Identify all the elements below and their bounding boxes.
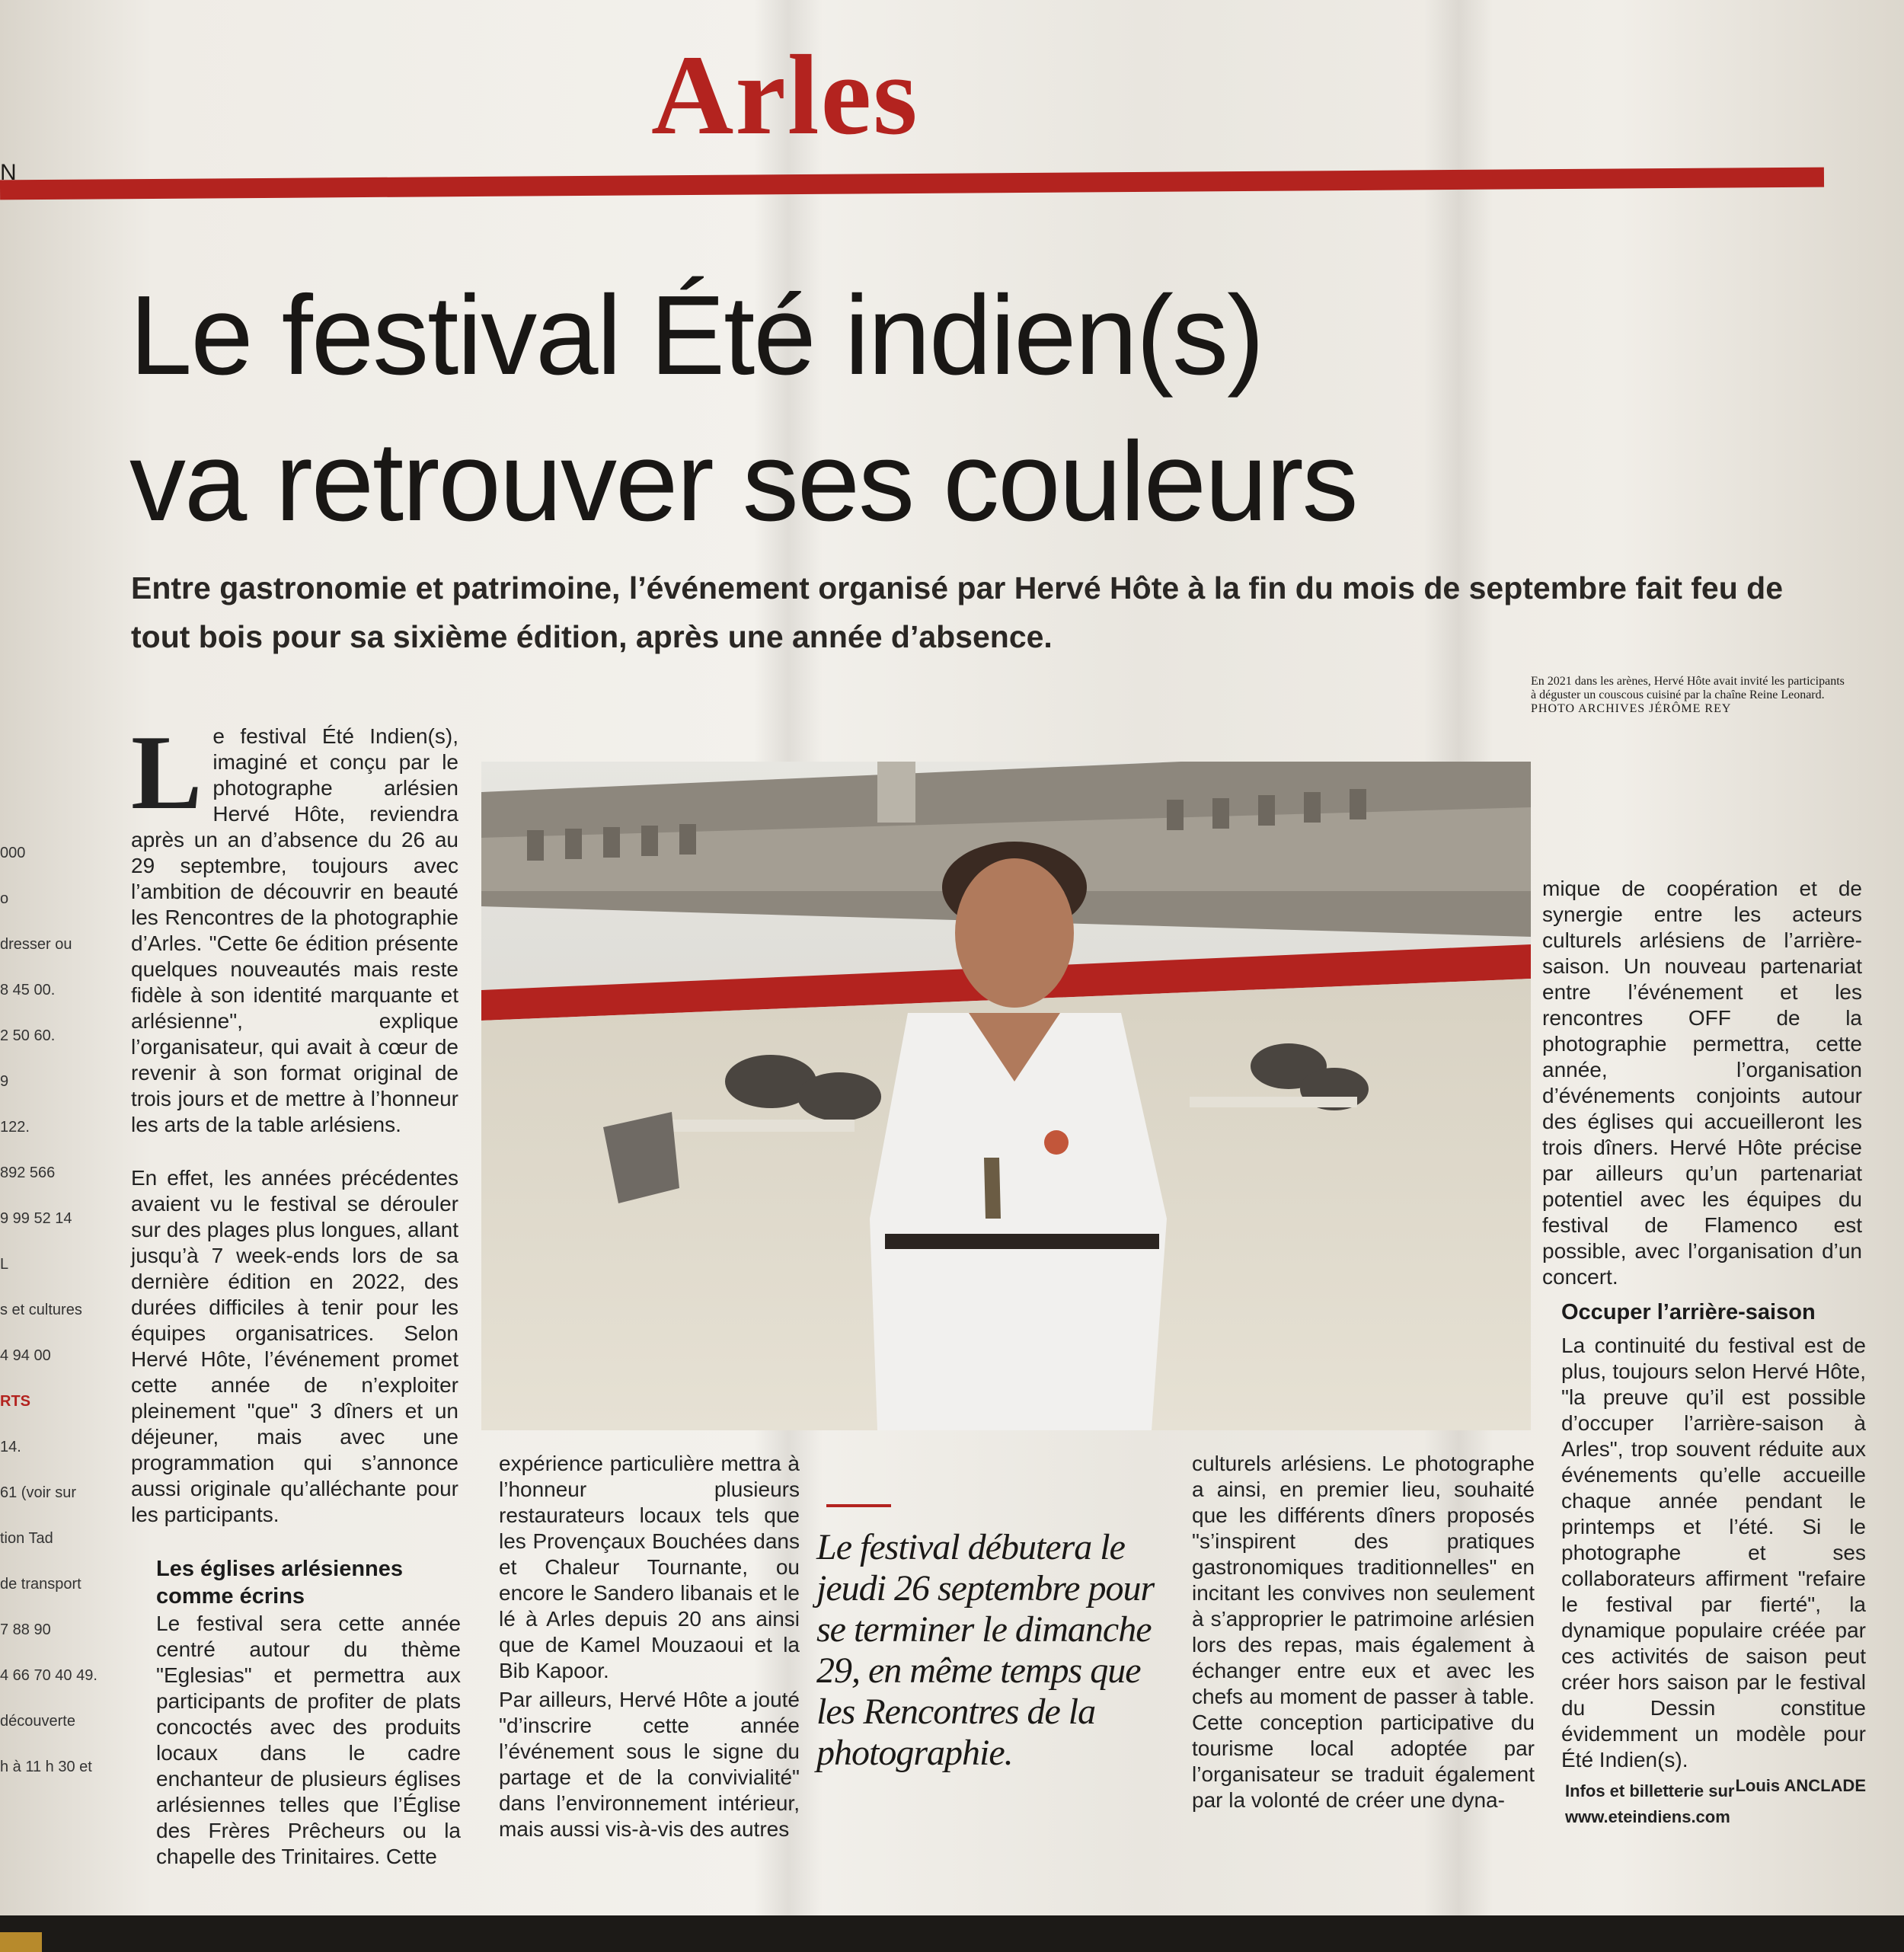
article-photo [481, 762, 1531, 1430]
article-paragraph: expérience particulière mettra à l’honne… [499, 1452, 800, 1682]
article-paragraph: La continuité du festival est de plus, t… [1561, 1334, 1866, 1771]
margin-fragment: 61 (voir sur [0, 1484, 77, 1501]
article-paragraph: culturels arlésiens. Le photographe a ai… [1192, 1452, 1535, 1812]
margin-fragment: 2 50 60. [0, 1027, 56, 1044]
margin-fragment: 000 [0, 845, 26, 861]
margin-fragment: 9 [0, 1073, 9, 1090]
standfirst: Entre gastronomie et patrimoine, l’événe… [131, 570, 1783, 654]
article-column-1: L e festival Été Indien(s), imaginé et c… [131, 714, 458, 1138]
article-paragraph: Par ailleurs, Hervé Hôte a jouté "d’insc… [499, 1688, 800, 1841]
corner-mark [0, 1932, 42, 1952]
article-paragraph: Le festival sera cette année centré auto… [156, 1612, 461, 1868]
pullquote-rule [826, 1504, 891, 1507]
article-paragraph: En effet, les années précédentes avaient… [131, 1166, 458, 1526]
photo-caption: En 2021 dans les arènes, Hervé Hôte avai… [1531, 675, 1851, 716]
margin-fragment: 4 66 70 40 49. [0, 1667, 97, 1684]
headline-line-1: Le festival Été indien(s) [129, 273, 1264, 398]
photo-credit: PHOTO ARCHIVES JÉRÔME REY [1531, 702, 1732, 715]
rule-margin-text: N [0, 160, 17, 185]
margin-fragment: s et cultures [0, 1302, 82, 1318]
dropcap: L [131, 714, 203, 832]
article-paragraph: mique de coopération et de synergie entr… [1542, 877, 1862, 1289]
margin-fragment: découverte [0, 1713, 75, 1730]
margin-fragment: 7 88 90 [0, 1621, 51, 1638]
article-column-4-end: La continuité du festival est de plus, t… [1561, 1333, 1866, 1799]
caption-text: En 2021 dans les arènes, Hervé Hôte avai… [1531, 675, 1845, 701]
margin-fragment: 14. [0, 1439, 21, 1455]
margin-fragment: tion Tad [0, 1530, 53, 1547]
bottom-dark-strip [0, 1915, 1904, 1952]
margin-fragment: h à 11 h 30 et [0, 1759, 92, 1775]
subhead: Occuper l’arrière-saison [1561, 1300, 1816, 1324]
headline: Le festival Été indien(s) va retrouver s… [129, 263, 1577, 555]
left-margin-fragments: 000 o dresser ou 8 45 00. 2 50 60. 9 122. 892 5… [0, 830, 114, 1790]
margin-fragment: de transport [0, 1576, 81, 1593]
subhead: Les églises arlésiennes comme écrins [156, 1557, 404, 1609]
margin-fragment: RTS [0, 1393, 30, 1410]
section-title: Arles [651, 32, 919, 158]
margin-fragment: o [0, 890, 9, 907]
margin-fragment: 9 99 52 14 [0, 1210, 72, 1227]
margin-fragment: 122. [0, 1119, 30, 1136]
info-box: Infos et billetterie sur www.eteindiens.… [1565, 1781, 1735, 1826]
margin-fragment: dresser ou [0, 936, 72, 953]
headline-line-2: va retrouver ses couleurs [129, 419, 1359, 545]
margin-fragment: 4 94 00 [0, 1347, 51, 1364]
margin-fragment: 8 45 00. [0, 982, 56, 998]
pullquote: Le festival débutera le jeudi 26 septemb… [816, 1527, 1155, 1773]
margin-fragment: L [0, 1256, 9, 1273]
arena-photo-illustration [481, 762, 1531, 1430]
margin-fragment: 892 566 [0, 1164, 56, 1181]
